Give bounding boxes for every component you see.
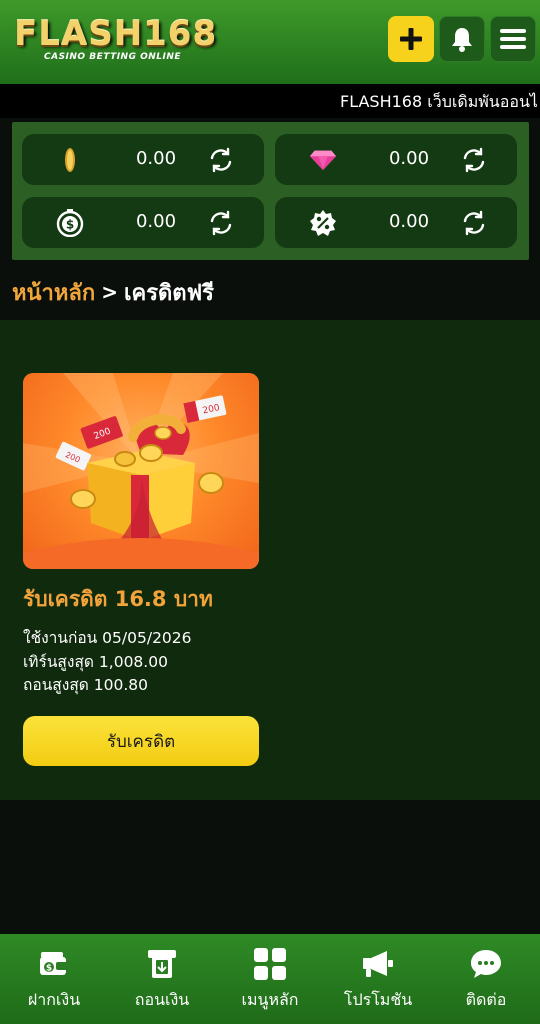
svg-text:$: $ [66,218,74,232]
menu-button[interactable] [490,16,536,62]
breadcrumb-separator: > [101,280,118,304]
refresh-icon[interactable] [461,210,487,236]
news-ticker: FLASH168 เว็บเดิมพันออนไ [0,84,540,118]
nav-main-menu[interactable]: เมนูหลัก [216,934,324,1024]
chat-support-icon [468,946,504,982]
megaphone-icon [360,946,396,982]
wallet-value: 0.00 [388,148,430,169]
nav-label: เมนูหลัก [241,990,299,1009]
nav-label: ติดต่อ [465,990,507,1009]
nav-label: ถอนเงิน [134,990,190,1009]
promo-image-gift-box: 200 200 200 [23,373,259,569]
refresh-icon[interactable] [208,147,234,173]
wallet-card-cashback: $ 0.00 [22,197,264,248]
wallet-card-commission: 0.00 [275,197,517,248]
brand-logo[interactable]: FLASH168 CASINO BETTING ONLINE [14,14,218,68]
breadcrumb-current: เครดิตฟรี [123,280,214,306]
notification-button[interactable] [439,16,485,62]
logo-text: FLASH168 [14,14,218,54]
wallet-value: 0.00 [388,211,430,232]
refresh-icon[interactable] [208,210,234,236]
bell-icon [452,28,472,52]
percent-badge-icon [309,209,337,237]
nav-label: โปรโมชัน [343,990,413,1009]
promo-title: รับเครดิต 16.8 บาท [23,587,213,611]
promo-max-withdraw: ถอนสูงสุด 100.80 [23,676,149,694]
wallet-panel: 0.00 0.00 $ 0.00 0.00 [12,122,529,260]
nav-deposit[interactable]: $ ฝากเงิน [0,934,108,1024]
withdraw-icon [144,946,180,982]
grid-menu-icon [252,946,288,982]
hamburger-menu-icon [500,29,526,49]
refresh-icon[interactable] [461,147,487,173]
claim-credit-button[interactable]: รับเครดิต [23,716,259,766]
wallet-card-coin: 0.00 [22,134,264,185]
add-button[interactable] [388,16,434,62]
promo-max-turnover: เทิร์นสูงสุด 1,008.00 [23,653,168,671]
logo-subtitle: CASINO BETTING ONLINE [44,52,182,62]
ticker-text: FLASH168 เว็บเดิมพันออนไ [340,92,538,111]
gem-icon [309,146,337,174]
promo-expiry: ใช้งานก่อน 05/05/2026 [23,629,192,647]
nav-withdraw[interactable]: ถอนเงิน [108,934,216,1024]
breadcrumb: หน้าหลัก > เครดิตฟรี [12,277,214,307]
nav-promotion[interactable]: โปรโมชัน [324,934,432,1024]
svg-text:$: $ [46,964,52,974]
plus-icon [400,28,422,50]
nav-label: ฝากเงิน [27,990,81,1009]
bottom-navigation: $ ฝากเงิน ถอนเงิน เมนูหลัก โปรโมชัน ติดต… [0,934,540,1024]
wallet-deposit-icon: $ [36,946,72,982]
coin-icon [56,146,84,174]
nav-contact[interactable]: ติดต่อ [432,934,540,1024]
top-header: FLASH168 CASINO BETTING ONLINE [0,0,540,84]
wallet-card-gem: 0.00 [275,134,517,185]
wallet-value: 0.00 [135,148,177,169]
wallet-value: 0.00 [135,211,177,232]
dollar-timer-icon: $ [56,209,84,237]
breadcrumb-home-link[interactable]: หน้าหลัก [12,275,95,310]
